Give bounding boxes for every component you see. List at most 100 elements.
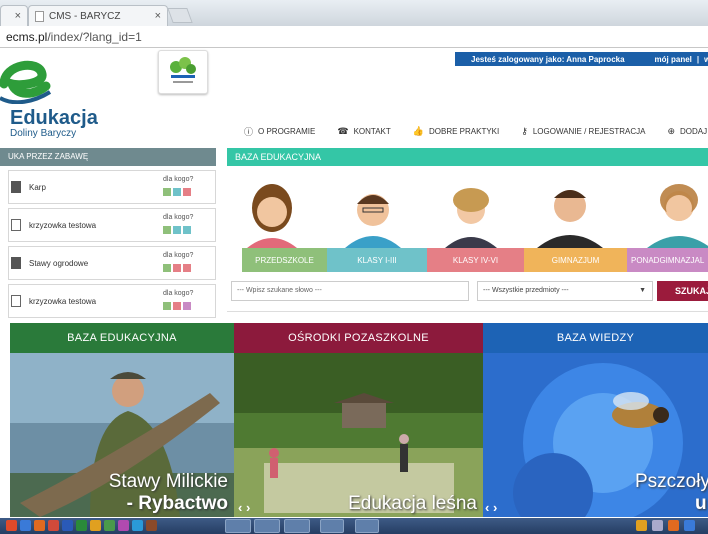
activity-card[interactable]: krzyzowka testowa dla kogo? xyxy=(8,208,216,242)
panel-caption-1: Pszczoły xyxy=(635,471,708,492)
activity-title: krzyzowka testowa xyxy=(29,297,97,306)
browser-tab-previous[interactable]: × xyxy=(0,5,28,26)
close-icon[interactable]: × xyxy=(155,10,161,22)
activity-title: Stawy ogrodowe xyxy=(29,259,89,268)
audience-marker xyxy=(183,188,191,196)
crossword-icon xyxy=(11,295,21,307)
app-icon[interactable] xyxy=(118,520,129,531)
nav-label: DODAJ ZASÓ xyxy=(679,126,708,136)
close-icon[interactable]: × xyxy=(15,10,21,22)
panel-heading: OŚRODKI POZASZKOLNE xyxy=(234,323,483,353)
nav-dobre-praktyki[interactable]: 👍 DOBRE PRAKTYKI xyxy=(413,124,499,138)
app-icon[interactable] xyxy=(146,520,157,531)
app-icon[interactable] xyxy=(6,520,17,531)
app-icon[interactable] xyxy=(132,520,143,531)
website: Edukacja Doliny Baryczy Jesteś zalogowan… xyxy=(0,48,708,518)
panel-baza-wiedzy[interactable]: BAZA WIEDZY Pszczoły u ‹ › xyxy=(483,323,708,517)
taskbar-window[interactable] xyxy=(320,519,344,533)
thumbs-up-icon: 👍 xyxy=(412,125,424,136)
audience-marker xyxy=(183,264,191,272)
taskbar-window[interactable] xyxy=(355,519,379,533)
taskbar-window[interactable] xyxy=(225,519,251,533)
nav-o-programie[interactable]: ⓘ O PROGRAMIE xyxy=(244,124,315,138)
child-2 xyxy=(345,194,401,248)
audience-marker xyxy=(163,226,171,234)
search-input[interactable]: --- Wpisz szukane słowo --- xyxy=(231,281,469,301)
audience-label: dla kogo? xyxy=(163,214,194,221)
activity-card[interactable]: Karp dla kogo? xyxy=(8,170,216,204)
tab-przedszkole[interactable]: PRZEDSZKOLE xyxy=(242,248,327,272)
tray-icon[interactable] xyxy=(636,520,647,531)
tab-klasy-4-6[interactable]: KLASY IV-VI xyxy=(427,248,524,272)
audience-label: dla kogo? xyxy=(163,252,194,259)
logout-link[interactable]: wylog xyxy=(704,55,708,64)
child-4 xyxy=(537,190,603,248)
subject-select[interactable]: --- Wszystkie przedmioty --- ▼ xyxy=(477,281,653,301)
level-tabs: PRZEDSZKOLE KLASY I-III KLASY IV-VI GIMN… xyxy=(242,248,708,272)
child-3 xyxy=(445,188,497,248)
activity-title: Karp xyxy=(29,183,46,192)
app-icon[interactable] xyxy=(76,520,87,531)
nav-dodaj[interactable]: ⊕ DODAJ ZASÓ xyxy=(667,124,708,138)
tray-icon[interactable] xyxy=(652,520,663,531)
slider-arrows[interactable]: ‹ › xyxy=(485,500,497,515)
children-photo xyxy=(227,166,708,248)
activity-title: krzyzowka testowa xyxy=(29,221,97,230)
browser-tab-strip: × CMS - BARYCZ × xyxy=(0,0,708,26)
logo-title: Edukacja xyxy=(10,107,98,129)
browser-tab-active[interactable]: CMS - BARYCZ × xyxy=(28,5,168,26)
activity-card[interactable]: Stawy ogrodowe dla kogo? xyxy=(8,246,216,280)
new-tab-button[interactable] xyxy=(167,8,193,23)
panel-caption-2: u xyxy=(695,493,707,514)
activity-icon xyxy=(11,181,21,193)
nav-label: LOGOWANIE / REJESTRACJA xyxy=(532,126,646,136)
child-1 xyxy=(247,184,297,248)
plus-icon: ⊕ xyxy=(667,125,675,136)
taskbar-window[interactable] xyxy=(254,519,280,533)
my-panel-link[interactable]: mój panel xyxy=(655,55,692,64)
tab-gimnazjum[interactable]: GIMNAZJUM xyxy=(524,248,627,272)
nav-kontakt[interactable]: ☎ KONTAKT xyxy=(337,124,390,138)
app-icon[interactable] xyxy=(48,520,59,531)
audience-marker xyxy=(163,188,171,196)
os-taskbar xyxy=(0,518,708,534)
activity-card[interactable]: krzyzowka testowa dla kogo? xyxy=(8,284,216,318)
nav-label: KONTAKT xyxy=(353,126,391,136)
panel-baza-edukacyjna[interactable]: BAZA EDUKACYJNA Stawy Milickie - Rybactw… xyxy=(10,323,234,517)
audience-marker xyxy=(183,226,191,234)
tab-title: CMS - BARYCZ xyxy=(49,10,121,22)
tray-icon[interactable] xyxy=(684,520,695,531)
slider-arrows[interactable]: ‹ › xyxy=(238,500,250,515)
audience-label: dla kogo? xyxy=(163,176,194,183)
nav-label: O PROGRAMIE xyxy=(258,126,316,136)
nav-label: DOBRE PRAKTYKI xyxy=(428,126,500,136)
audience-marker xyxy=(163,264,171,272)
search-button[interactable]: SZUKAJ xyxy=(657,281,708,301)
main-nav: ⓘ O PROGRAMIE ☎ KONTAKT 👍 DOBRE PRAKTYKI ⚷ L… xyxy=(244,124,708,138)
info-icon: ⓘ xyxy=(244,126,254,137)
left-section-heading: UKA PRZEZ ZABAWĘ xyxy=(0,148,216,166)
app-icon[interactable] xyxy=(34,520,45,531)
tab-klasy-1-3[interactable]: KLASY I-III xyxy=(327,248,427,272)
app-icon[interactable] xyxy=(90,520,101,531)
key-icon: ⚷ xyxy=(521,125,528,136)
partner-badge[interactable] xyxy=(158,50,208,94)
address-bar[interactable]: ecms.pl/index/?lang_id=1 xyxy=(0,26,708,48)
app-icon[interactable] xyxy=(20,520,31,531)
panel-heading: BAZA WIEDZY xyxy=(483,323,708,353)
taskbar-window[interactable] xyxy=(284,519,310,533)
tray-icon[interactable] xyxy=(668,520,679,531)
app-icon[interactable] xyxy=(104,520,115,531)
search-row: --- Wpisz szukane słowo --- --- Wszystki… xyxy=(227,272,708,312)
panel-caption-1: Edukacja leśna xyxy=(348,493,477,514)
url-path: /index/?lang_id=1 xyxy=(47,30,142,44)
audience-label: dla kogo? xyxy=(163,290,194,297)
app-icon[interactable] xyxy=(62,520,73,531)
tab-ponadgimnazjalne[interactable]: PONADGIMNAZJAL xyxy=(627,248,708,272)
audience-marker xyxy=(163,302,171,310)
crossword-icon xyxy=(11,219,21,231)
nav-logowanie[interactable]: ⚷ LOGOWANIE / REJESTRACJA xyxy=(521,124,645,138)
panel-osrodki-pozaszkolne[interactable]: OŚRODKI POZASZKOLNE Edukacja leśna ‹ › xyxy=(234,323,483,517)
site-logo-icon[interactable] xyxy=(0,54,54,104)
audience-marker xyxy=(173,188,181,196)
